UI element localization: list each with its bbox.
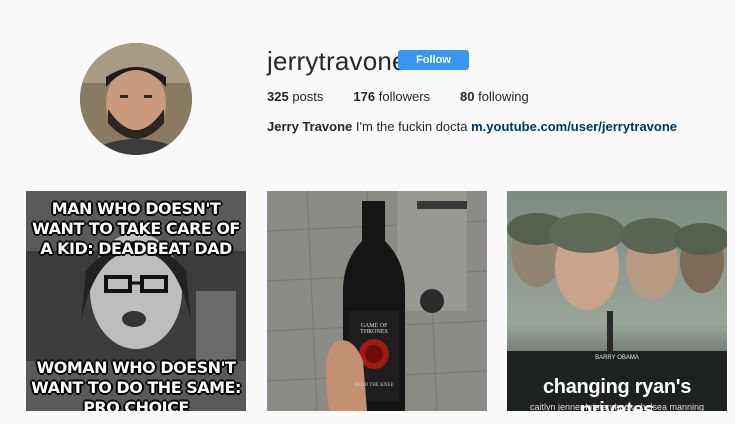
posts-count: 325 (267, 89, 289, 104)
following-stat[interactable]: 80 following (460, 89, 529, 104)
bottle-label: GAME OF THRONES (360, 323, 388, 335)
post-thumbnail[interactable]: GAME OF THRONES BEND THE KNEE (267, 191, 487, 411)
profile-full-name: Jerry Travone (267, 119, 353, 134)
bio-text: I'm the fuckin docta (355, 119, 468, 134)
poster-credit: BARRY OBAMA (595, 355, 639, 361)
meme-top-text: MAN WHO DOESN'T WANT TO TAKE CARE OF A K… (32, 199, 240, 258)
posts-label: posts (292, 89, 324, 104)
profile-stats: 325 posts 176 followers 80 following (267, 89, 559, 104)
followers-stat[interactable]: 176 followers (353, 89, 430, 104)
post-thumbnail[interactable]: MAN WHO DOESN'T WANT TO TAKE CARE OF A K… (26, 191, 246, 411)
bottle-sublabel: BEND THE KNEE (354, 383, 394, 388)
follow-button[interactable]: Follow (398, 50, 469, 70)
poster-actors: caitlyn jenner kristen beck chelsea mann… (529, 402, 705, 411)
profile-username: jerrytravone (267, 46, 407, 76)
following-label: following (478, 89, 529, 104)
avatar-image (80, 43, 192, 155)
following-count: 80 (460, 89, 475, 104)
meme-bottom-text: WOMAN WHO DOESN'T WANT TO DO THE SAME: P… (31, 358, 241, 411)
followers-label: followers (378, 89, 431, 104)
followers-count: 176 (353, 89, 376, 104)
profile-avatar[interactable] (80, 43, 192, 155)
profile-bio: Jerry Travone I'm the fuckin docta m.you… (267, 119, 677, 134)
posts-stat: 325 posts (267, 89, 323, 104)
bottle-photo (267, 191, 487, 411)
bio-link[interactable]: m.youtube.com/user/jerrytravone (471, 119, 677, 134)
post-thumbnail[interactable]: BARRY OBAMA changing ryan's privates cai… (507, 191, 727, 411)
